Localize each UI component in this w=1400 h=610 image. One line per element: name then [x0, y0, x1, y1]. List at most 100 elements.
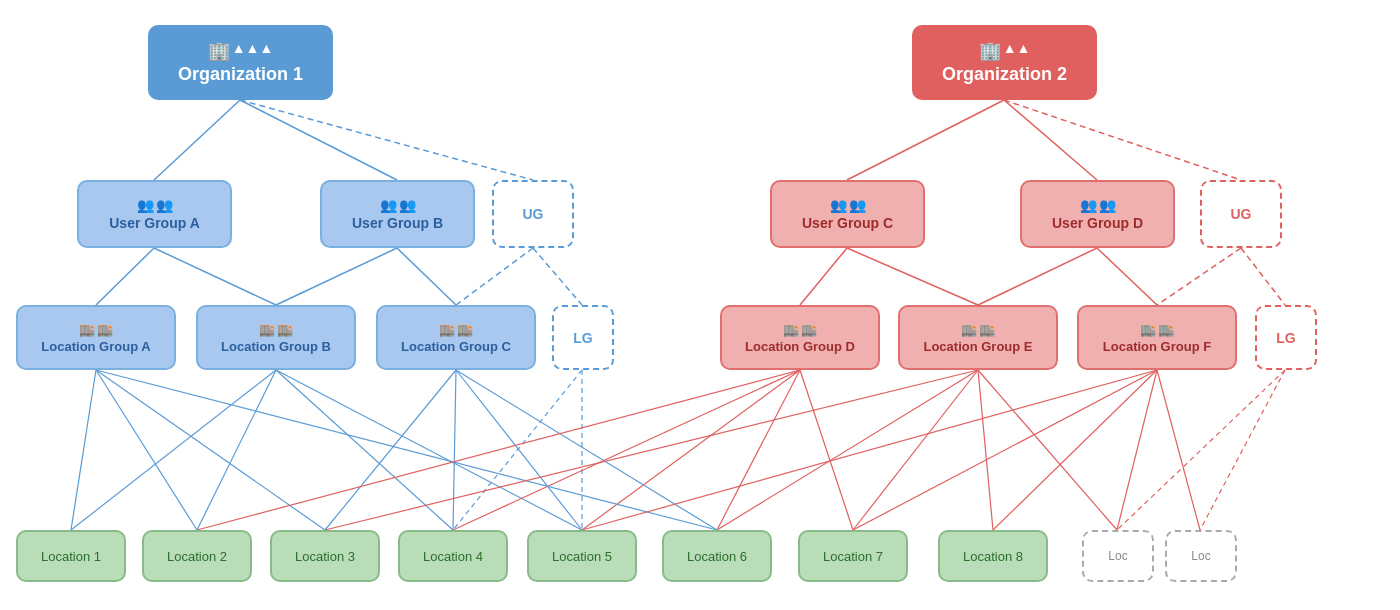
- svg-line-0: [154, 100, 240, 180]
- locph2-label: Loc: [1191, 549, 1210, 563]
- svg-line-47: [325, 370, 978, 530]
- svg-line-7: [154, 248, 276, 305]
- svg-line-40: [1117, 370, 1157, 530]
- svg-line-35: [853, 370, 978, 530]
- svg-line-28: [453, 370, 582, 530]
- ug-placeholder-red-node: UG: [1200, 180, 1282, 248]
- location-group-b-node[interactable]: 🏬🏬 Location Group B: [196, 305, 356, 370]
- svg-line-20: [96, 370, 325, 530]
- svg-line-3: [847, 100, 1004, 180]
- svg-line-32: [717, 370, 800, 530]
- lgd-label: Location Group D: [745, 339, 855, 354]
- ugph1-label: UG: [523, 206, 544, 222]
- org1-node[interactable]: 🏢▲▲▲ Organization 1: [148, 25, 333, 100]
- svg-line-12: [800, 248, 847, 305]
- ug-placeholder-blue-node: UG: [492, 180, 574, 248]
- uga-label: User Group A: [109, 215, 200, 231]
- svg-line-41: [1157, 370, 1200, 530]
- loc5-label: Location 5: [552, 549, 612, 564]
- svg-line-21: [71, 370, 276, 530]
- location-group-f-node[interactable]: 🏬🏬 Location Group F: [1077, 305, 1237, 370]
- svg-line-22: [197, 370, 276, 530]
- svg-line-37: [978, 370, 1117, 530]
- svg-line-42: [1117, 370, 1285, 530]
- lg-placeholder-red-node: LG: [1255, 305, 1317, 370]
- location-5-node[interactable]: Location 5: [527, 530, 637, 582]
- svg-line-30: [453, 370, 800, 530]
- location-8-node[interactable]: Location 8: [938, 530, 1048, 582]
- user-group-b-node[interactable]: 👥👥 User Group B: [320, 180, 475, 248]
- location-group-a-node[interactable]: 🏬🏬 Location Group A: [16, 305, 176, 370]
- svg-line-43: [1200, 370, 1285, 530]
- svg-line-24: [276, 370, 582, 530]
- lgph1-label: LG: [573, 330, 592, 346]
- ugd-label: User Group D: [1052, 215, 1143, 231]
- location-group-e-node[interactable]: 🏬🏬 Location Group E: [898, 305, 1058, 370]
- svg-line-44: [96, 370, 717, 530]
- org2-node[interactable]: 🏢▲▲ Organization 2: [912, 25, 1097, 100]
- svg-line-18: [71, 370, 96, 530]
- loc2-label: Location 2: [167, 549, 227, 564]
- svg-line-45: [456, 370, 717, 530]
- location-group-c-node[interactable]: 🏬🏬 Location Group C: [376, 305, 536, 370]
- svg-line-26: [453, 370, 456, 530]
- location-1-node[interactable]: Location 1: [16, 530, 126, 582]
- user-group-a-node[interactable]: 👥👥 User Group A: [77, 180, 232, 248]
- loc8-label: Location 8: [963, 549, 1023, 564]
- svg-line-16: [1157, 248, 1241, 305]
- org2-icons: 🏢▲▲: [979, 40, 1031, 62]
- lgc-label: Location Group C: [401, 339, 511, 354]
- org1-label: Organization 1: [178, 64, 303, 85]
- svg-line-27: [456, 370, 582, 530]
- lgph2-label: LG: [1276, 330, 1295, 346]
- loc4-label: Location 4: [423, 549, 483, 564]
- svg-line-10: [456, 248, 533, 305]
- location-group-d-node[interactable]: 🏬🏬 Location Group D: [720, 305, 880, 370]
- loc3-label: Location 3: [295, 549, 355, 564]
- diagram: 🏢▲▲▲ Organization 1 🏢▲▲ Organization 2 👥…: [0, 0, 1400, 610]
- svg-line-34: [717, 370, 978, 530]
- lg-placeholder-blue-node: LG: [552, 305, 614, 370]
- svg-line-19: [96, 370, 197, 530]
- loc6-label: Location 6: [687, 549, 747, 564]
- svg-line-23: [276, 370, 453, 530]
- lge-label: Location Group E: [923, 339, 1032, 354]
- locph1-label: Loc: [1108, 549, 1127, 563]
- svg-line-31: [582, 370, 800, 530]
- location-3-node[interactable]: Location 3: [270, 530, 380, 582]
- location-6-node[interactable]: Location 6: [662, 530, 772, 582]
- location-4-node[interactable]: Location 4: [398, 530, 508, 582]
- user-group-c-node[interactable]: 👥👥 User Group C: [770, 180, 925, 248]
- org1-icons: 🏢▲▲▲: [208, 40, 274, 62]
- ugph2-label: UG: [1231, 206, 1252, 222]
- location-2-node[interactable]: Location 2: [142, 530, 252, 582]
- ugb-label: User Group B: [352, 215, 443, 231]
- svg-line-13: [847, 248, 978, 305]
- svg-line-2: [240, 100, 533, 180]
- svg-line-33: [800, 370, 853, 530]
- svg-line-17: [1241, 248, 1285, 305]
- svg-line-48: [582, 370, 1157, 530]
- loc-placeholder-2-node: Loc: [1165, 530, 1237, 582]
- svg-line-8: [276, 248, 397, 305]
- loc7-label: Location 7: [823, 549, 883, 564]
- svg-line-39: [993, 370, 1157, 530]
- ugc-label: User Group C: [802, 215, 893, 231]
- svg-line-36: [978, 370, 993, 530]
- svg-line-1: [240, 100, 397, 180]
- svg-line-11: [533, 248, 582, 305]
- svg-line-46: [197, 370, 800, 530]
- location-7-node[interactable]: Location 7: [798, 530, 908, 582]
- user-group-d-node[interactable]: 👥👥 User Group D: [1020, 180, 1175, 248]
- svg-line-5: [1004, 100, 1241, 180]
- loc1-label: Location 1: [41, 549, 101, 564]
- svg-line-6: [96, 248, 154, 305]
- org2-label: Organization 2: [942, 64, 1067, 85]
- svg-line-14: [978, 248, 1097, 305]
- lga-label: Location Group A: [41, 339, 150, 354]
- svg-line-25: [325, 370, 456, 530]
- svg-line-4: [1004, 100, 1097, 180]
- lgb-label: Location Group B: [221, 339, 331, 354]
- lgf-label: Location Group F: [1103, 339, 1211, 354]
- loc-placeholder-1-node: Loc: [1082, 530, 1154, 582]
